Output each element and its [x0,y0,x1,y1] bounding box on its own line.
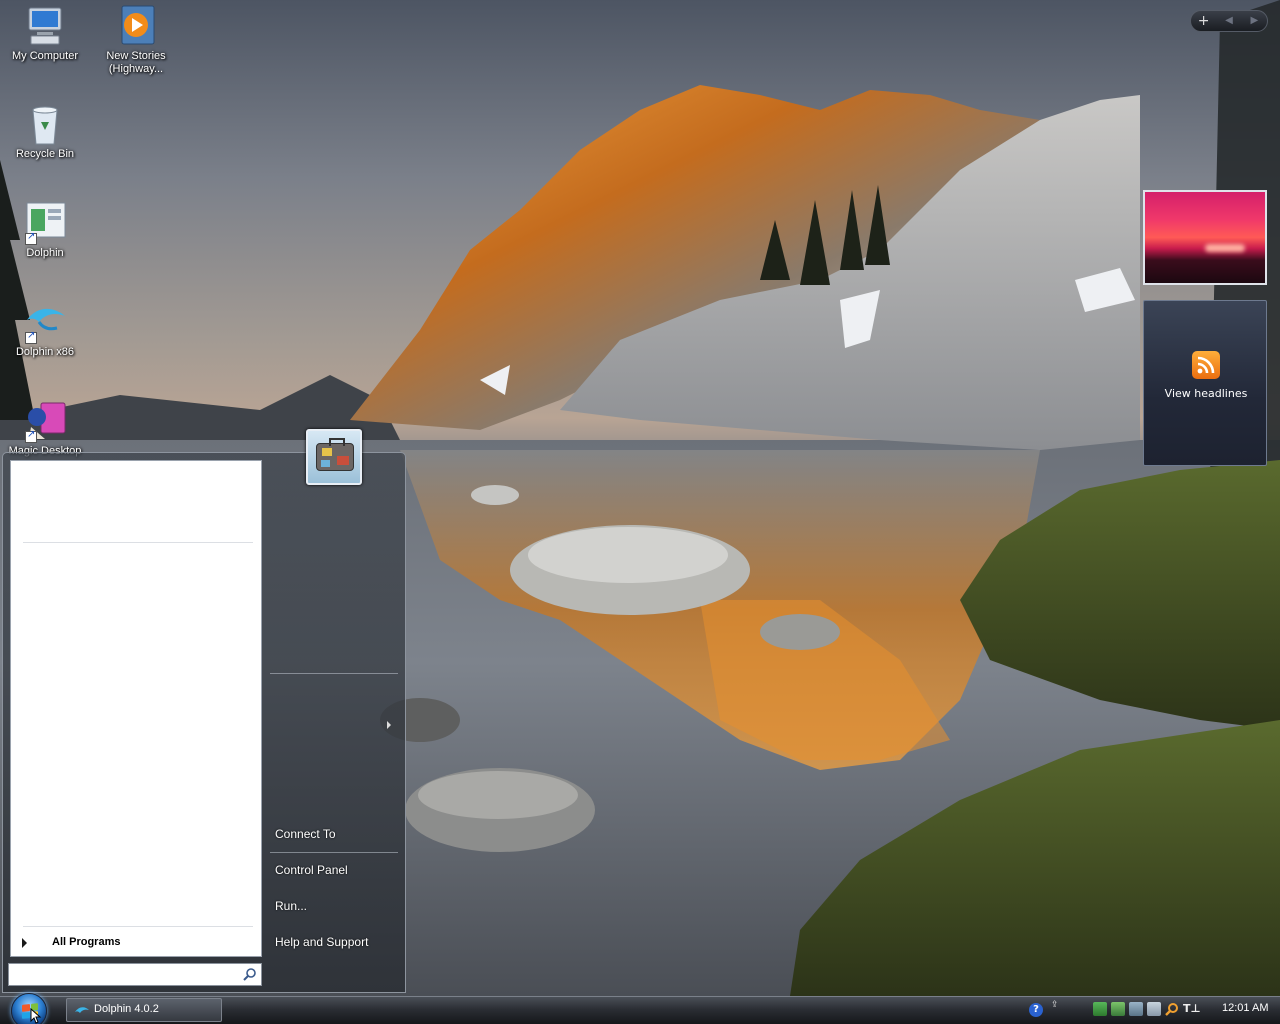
desktop-icon-label: Dolphin x86 [15,346,75,358]
network-icon[interactable]: ⇪ [1051,1000,1061,1010]
submenu-arrow-icon[interactable] [387,721,391,729]
start-menu-programs-pane: All Programs [10,460,262,957]
right-pane-separator [270,673,398,674]
mouse-cursor-icon [30,1008,42,1024]
desktop-icon-dolphin[interactable]: Dolphin [0,201,90,260]
slideshow-gadget[interactable] [1143,190,1267,285]
monitor-icon[interactable] [1111,1002,1125,1016]
sidebar-add-button[interactable]: + [1191,11,1216,31]
sidebar-controls: + ◀ ▶ [1190,10,1268,32]
computer-icon [23,4,67,48]
sidebar-next-button[interactable]: ▶ [1242,11,1267,31]
dolphin-shortcut-icon [23,201,67,245]
view-headlines-link[interactable]: View headlines [1144,387,1268,400]
rss-feed-icon [1192,351,1220,379]
all-programs-label: All Programs [52,936,121,948]
run-item[interactable]: Run... [271,895,399,917]
desktop-icon-label: New Stories (Highway... [106,50,166,75]
safety-icon[interactable] [1093,1002,1107,1016]
search-icon [243,967,257,984]
sunset-image [1205,244,1245,252]
start-search-box[interactable] [8,963,262,986]
all-programs-button[interactable]: All Programs [11,931,261,955]
desktop-icon-new-stories[interactable]: New Stories (Highway... [91,4,181,76]
language-icon[interactable]: T⊥ [1183,1002,1201,1016]
magic-desktop-shortcut-icon [23,399,67,443]
control-panel-item[interactable]: Control Panel [271,859,399,881]
shortcut-arrow-icon [25,231,37,245]
shortcut-arrow-icon [25,330,37,344]
help-icon[interactable]: ? [1029,1003,1043,1017]
all-programs-separator [23,926,253,927]
desktop-icon-label: My Computer [11,50,79,62]
chevron-right-icon [22,938,27,948]
feed-headlines-gadget[interactable]: View headlines [1143,300,1267,466]
media-file-icon [114,4,158,48]
desktop-icon-recycle-bin[interactable]: Recycle Bin [0,102,90,161]
taskbar-button-dolphin[interactable]: Dolphin 4.0.2 [66,998,222,1022]
clock[interactable]: 12:01 AM [1222,1002,1268,1014]
help-and-support-item[interactable]: Help and Support [271,931,399,953]
desktop-icon-magic-desktop[interactable]: Magic Desktop [0,399,90,458]
dolphin-x86-shortcut-icon [23,300,67,344]
user-picture[interactable] [306,429,362,485]
device-icon[interactable] [1129,1002,1143,1016]
desktop-icon-label: Recycle Bin [15,148,75,160]
connect-to-item[interactable]: Connect To [271,823,399,845]
start-menu: All Programs Connect To Control Panel Ru… [2,429,406,993]
desktop-icon-my-computer[interactable]: My Computer [0,4,90,63]
dolphin-app-icon [74,1004,90,1021]
right-pane-separator [270,852,398,853]
suitcase-icon [316,438,354,471]
pinned-separator [23,542,253,543]
desktop-icon-label: Dolphin [26,247,64,259]
search-icon[interactable] [1165,1002,1179,1016]
shortcut-arrow-icon [25,429,37,443]
recycle-bin-icon [23,102,67,146]
sidebar-prev-button[interactable]: ◀ [1216,11,1241,31]
volume-icon[interactable] [1147,1002,1161,1016]
taskbar-button-label: Dolphin 4.0.2 [94,1003,159,1015]
desktop-icon-dolphin-x86[interactable]: Dolphin x86 [0,300,90,359]
